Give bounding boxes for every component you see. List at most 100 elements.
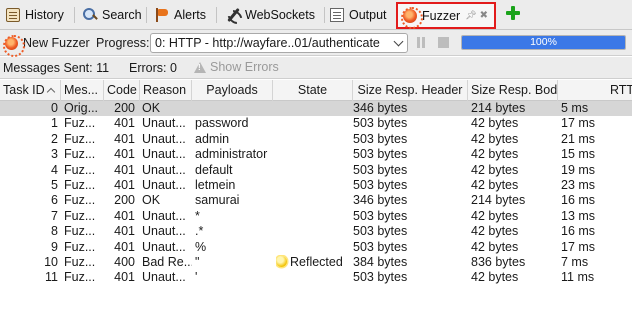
cell-payload: * (195, 208, 200, 223)
tab-fuzzer[interactable]: Fuzzer 📌︎ ✖ (396, 2, 497, 29)
tab-search[interactable]: Search (83, 3, 142, 27)
column-header-rtt[interactable]: RTT (558, 80, 632, 101)
cell-state: Reflected (276, 255, 353, 270)
cell-payload: default (195, 162, 233, 177)
websockets-icon (226, 8, 240, 22)
tab-websockets-label: WebSockets (245, 8, 315, 22)
fuzzer-icon (401, 6, 423, 29)
show-errors-button[interactable]: Show Errors (194, 60, 279, 74)
new-fuzzer-button[interactable]: New Fuzzer (3, 34, 90, 57)
chevron-down-icon (393, 36, 404, 47)
cell-task-id: 7 (51, 208, 58, 223)
column-label: Mes... (64, 83, 99, 97)
cell-message: Fuz... (64, 131, 96, 146)
cell-size-resp-header: 384 bytes (353, 254, 408, 269)
cell-size-resp-body: 42 bytes (471, 131, 519, 146)
cell-message: Fuz... (64, 177, 96, 192)
column-header-state[interactable]: State (273, 80, 353, 101)
cell-rtt: 23 ms (561, 177, 596, 192)
cell-payload (195, 101, 273, 116)
alerts-flag-icon (155, 8, 169, 22)
cell-state (276, 224, 353, 239)
table-row[interactable]: 5 Fuz... 401 Unaut... letmein 503 bytes 42 byt… (0, 178, 632, 193)
cell-payload: ' (195, 270, 198, 285)
column-header-task-id[interactable]: Task ID (0, 80, 61, 101)
cell-rtt: 15 ms (561, 147, 596, 162)
table-row[interactable]: 8 Fuz... 401 Unaut... .* 503 bytes 42 bytes 16 … (0, 224, 632, 239)
cell-message: Fuz... (64, 193, 96, 208)
progress-select[interactable]: 0: HTTP - http://wayfare..01/authenticat… (150, 33, 408, 53)
column-header-size-resp-body[interactable]: Size Resp. Body (468, 80, 558, 101)
tab-alerts-label: Alerts (174, 8, 206, 22)
cell-size-resp-header: 346 bytes (353, 193, 408, 208)
column-label: Code (107, 83, 137, 97)
cell-size-resp-body: 42 bytes (471, 116, 519, 131)
column-label: Task ID (3, 83, 45, 97)
cell-state (276, 193, 353, 208)
progress-text: 100% (530, 36, 557, 48)
table-row[interactable]: 6 Fuz... 200 OK samurai 346 bytes 214 bytes 16 … (0, 193, 632, 208)
cell-size-resp-header: 503 bytes (353, 208, 408, 223)
cell-reason: Unaut... (142, 116, 186, 131)
pin-icon[interactable]: 📌︎ (465, 10, 476, 21)
tab-websockets[interactable]: WebSockets (226, 3, 315, 27)
table-row[interactable]: 1 Fuz... 401 Unaut... password 503 bytes 42 by… (0, 116, 632, 131)
cell-message: Fuz... (64, 116, 96, 131)
results-table: 0 Orig... 200 OK 346 bytes 214 bytes 5 ms 1 Fuz.… (0, 101, 632, 286)
cell-state (276, 270, 353, 285)
table-row[interactable]: 0 Orig... 200 OK 346 bytes 214 bytes 5 ms (0, 101, 632, 117)
column-header-payloads[interactable]: Payloads (192, 80, 273, 101)
tab-history[interactable]: History (6, 3, 64, 27)
column-header-message[interactable]: Mes... (61, 80, 104, 101)
table-row[interactable]: 9 Fuz... 401 Unaut...% 503 bytes 42 bytes 17 m… (0, 240, 632, 255)
cell-size-resp-body: 42 bytes (471, 239, 519, 254)
cell-task-id: 2 (51, 131, 58, 146)
cell-rtt: 17 ms (561, 239, 596, 254)
table-row[interactable]: 2 Fuz... 401 Unaut... admin 503 bytes 42 bytes… (0, 132, 632, 147)
cell-state (276, 132, 353, 147)
stop-button[interactable] (438, 37, 449, 48)
table-row[interactable]: 7 Fuz... 401 Unaut... * 503 bytes 42 bytes 13 m… (0, 209, 632, 224)
cell-reason: Unaut... (142, 162, 186, 177)
new-fuzzer-label: New Fuzzer (23, 36, 90, 50)
cell-code: 401 (114, 224, 135, 239)
cell-message: Fuz... (64, 270, 96, 285)
table-row[interactable]: 4 Fuz... 401 Unaut... default 503 bytes 42 byt… (0, 163, 632, 178)
close-tab-icon[interactable]: ✖ (480, 10, 488, 21)
table-row[interactable]: 11 Fuz... 401 Unaut... ' 503 bytes 42 bytes 11 … (0, 270, 632, 285)
tab-output[interactable]: Output (330, 3, 387, 27)
cell-state (276, 209, 353, 224)
cell-payload: admin (195, 131, 230, 146)
cell-size-resp-header: 503 bytes (353, 239, 408, 254)
add-tab-plus-icon[interactable] (506, 6, 520, 20)
cell-code: 200 (114, 101, 135, 115)
cell-size-resp-body: 214 bytes (471, 101, 526, 115)
cell-state (276, 163, 353, 178)
progress-label: Progress: (96, 36, 150, 50)
pause-button[interactable] (416, 37, 426, 48)
cell-task-id: 3 (51, 147, 58, 162)
cell-reason: Unaut... (142, 239, 186, 254)
cell-state (276, 147, 353, 162)
errors-count: Errors: 0 (129, 61, 177, 75)
cell-size-resp-header: 503 bytes (353, 177, 408, 192)
table-header: Task ID Mes... Code Reason Payloads Stat… (0, 80, 632, 101)
cell-code: 401 (114, 177, 135, 192)
cell-state (276, 178, 353, 193)
column-label: Reason (143, 83, 187, 97)
state-label: Reflected (290, 254, 343, 269)
cell-size-resp-body: 42 bytes (471, 224, 519, 239)
cell-payload: letmein (195, 177, 236, 192)
cell-task-id: 8 (51, 224, 58, 239)
tab-alerts[interactable]: Alerts (155, 3, 206, 27)
cell-size-resp-body: 42 bytes (471, 208, 519, 223)
column-header-size-resp-header[interactable]: Size Resp. Header (353, 80, 468, 101)
table-row[interactable]: 10 Fuz... 400 Bad Re... " Reflected 384 bytes 8… (0, 255, 632, 270)
column-header-code[interactable]: Code (104, 80, 140, 101)
cell-message: Orig... (64, 101, 99, 115)
table-row[interactable]: 3 Fuz... 401 Unaut... administrator 503 bytes… (0, 147, 632, 162)
cell-message: Fuz... (64, 162, 96, 177)
cell-task-id: 1 (51, 116, 58, 131)
cell-state (276, 240, 353, 255)
column-header-reason[interactable]: Reason (140, 80, 192, 101)
